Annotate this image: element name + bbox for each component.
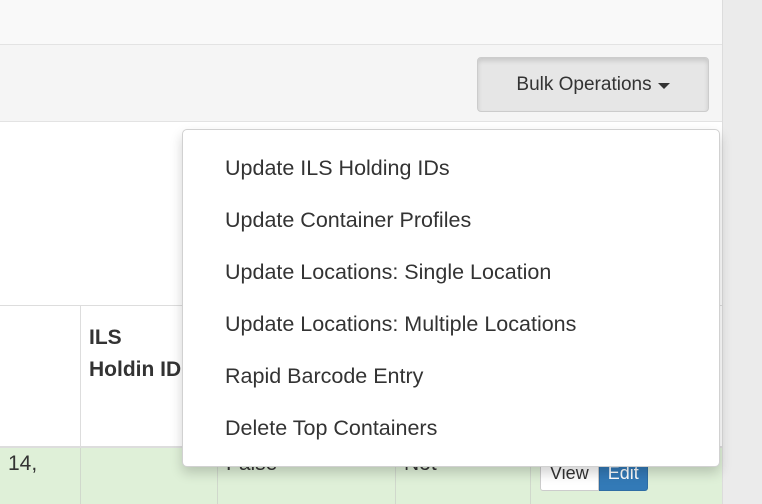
bulk-operations-label: Bulk Operations [516,73,652,95]
cell-col1: 14, [8,452,38,475]
menu-item-delete-top-containers[interactable]: Delete Top Containers [183,402,719,454]
bulk-operations-menu: Update ILS Holding IDs Update Container … [182,129,720,467]
bulk-operations-button[interactable]: Bulk Operations [477,57,709,112]
menu-item-update-locations-multiple[interactable]: Update Locations: Multiple Locations [183,298,719,350]
page-header-strip [0,0,722,45]
menu-item-update-ils-holding-ids[interactable]: Update ILS Holding IDs [183,142,719,194]
menu-item-rapid-barcode-entry[interactable]: Rapid Barcode Entry [183,350,719,402]
caret-down-icon [657,82,670,89]
page-gutter [722,0,762,504]
menu-item-update-locations-single[interactable]: Update Locations: Single Location [183,246,719,298]
table-cell: 14, [0,448,80,504]
ils-holding-id-header-label: ILS Holdin ID [89,326,182,381]
menu-item-update-container-profiles[interactable]: Update Container Profiles [183,194,719,246]
